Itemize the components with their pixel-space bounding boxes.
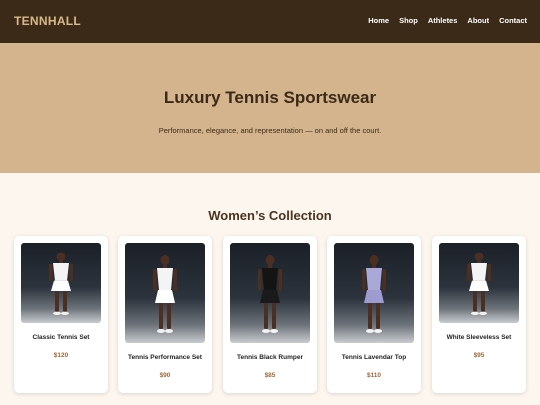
product-name[interactable]: Tennis Black Rumper	[225, 354, 315, 361]
brand-logo[interactable]: TENNHALL	[14, 14, 81, 28]
product-image[interactable]	[125, 243, 205, 343]
product-card[interactable]: Tennis Lavendar Top $110	[327, 236, 421, 393]
product-image[interactable]	[230, 243, 310, 343]
nav-link-athletes[interactable]: Athletes	[428, 16, 458, 25]
product-image[interactable]	[439, 243, 519, 323]
product-image[interactable]	[21, 243, 101, 323]
product-name[interactable]: White Sleeveless Set	[434, 334, 524, 341]
product-price: $120	[53, 352, 69, 359]
product-name[interactable]: Classic Tennis Set	[16, 334, 106, 341]
product-price: $110	[366, 372, 382, 379]
product-card[interactable]: Classic Tennis Set $120	[14, 236, 108, 393]
top-navbar: TENNHALL Home Shop Athletes About Contac…	[0, 0, 540, 43]
nav-link-home[interactable]: Home	[368, 16, 389, 25]
product-price: $95	[473, 352, 485, 359]
product-card[interactable]: Tennis Black Rumper $85	[223, 236, 317, 393]
collection-title: Women’s Collection	[208, 208, 332, 223]
product-card[interactable]: Tennis Performance Set $90	[118, 236, 212, 393]
product-price: $90	[159, 372, 171, 379]
nav-link-shop[interactable]: Shop	[399, 16, 418, 25]
product-image[interactable]	[334, 243, 414, 343]
nav-link-contact[interactable]: Contact	[499, 16, 527, 25]
hero-subtitle: Performance, elegance, and representatio…	[158, 126, 382, 135]
product-name[interactable]: Tennis Performance Set	[120, 354, 210, 361]
hero-title: Luxury Tennis Sportswear	[163, 88, 377, 107]
nav-link-about[interactable]: About	[467, 16, 489, 25]
nav-links: Home Shop Athletes About Contact	[368, 16, 527, 25]
product-price: $85	[264, 372, 276, 379]
product-name[interactable]: Tennis Lavendar Top	[329, 354, 419, 361]
product-card[interactable]: White Sleeveless Set $95	[432, 236, 526, 393]
hero-banner: Luxury Tennis Sportswear Performance, el…	[0, 43, 540, 173]
